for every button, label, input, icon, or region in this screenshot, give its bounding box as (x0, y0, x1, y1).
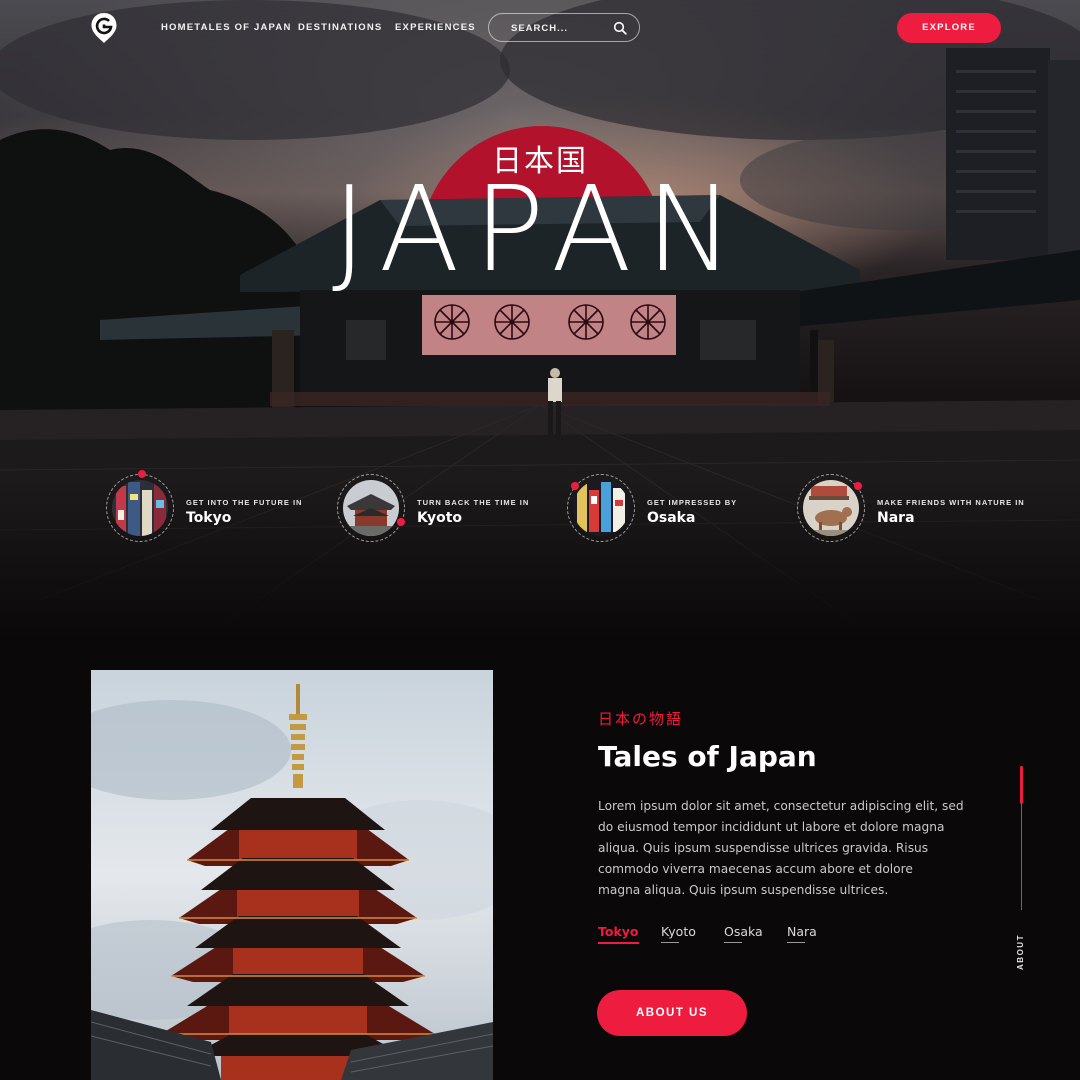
location-pin-g-logo-icon[interactable] (90, 12, 118, 44)
tales-body-text: Lorem ipsum dolor sit amet, consectetur … (598, 796, 968, 901)
tab-underline (661, 942, 679, 943)
nav-link-hometales[interactable]: HOMETALES OF JAPAN (161, 22, 292, 33)
city-kicker: MAKE FRIENDS WITH NATURE IN (877, 498, 1025, 507)
search-box[interactable] (488, 13, 640, 42)
city-name: Tokyo (186, 510, 232, 526)
tab-kyoto[interactable]: Kyoto (661, 924, 696, 943)
explore-button[interactable]: EXPLORE (897, 13, 1001, 43)
hero-section (0, 0, 1080, 640)
tab-underline (724, 942, 742, 943)
tales-jp-subtitle: 日本の物語 (598, 710, 684, 728)
city-kicker: GET IMPRESSED BY (647, 498, 738, 507)
tales-title: Tales of Japan (598, 740, 817, 773)
tab-osaka[interactable]: Osaka (724, 924, 763, 943)
city-card-tokyo[interactable]: GET INTO THE FUTURE IN Tokyo (106, 470, 306, 544)
tab-label: Kyoto (661, 924, 696, 939)
city-indicator-dot (397, 518, 405, 526)
city-indicator-dot (854, 482, 862, 490)
search-input[interactable] (511, 21, 611, 35)
city-kicker: TURN BACK THE TIME IN (417, 498, 530, 507)
tokyo-thumbnail (112, 480, 168, 536)
top-navigation: HOMETALES OF JAPAN DESTINATIONS EXPERIEN… (0, 0, 1080, 56)
tab-label: Osaka (724, 924, 763, 939)
body-line: commodo viverra maecenas accum abore et … (598, 862, 913, 876)
search-icon[interactable] (613, 21, 627, 35)
about-us-button[interactable]: ABOUT US (597, 990, 747, 1036)
osaka-thumbnail (573, 480, 629, 536)
body-line: aliqua. Quis ipsum suspendisse ultrices … (598, 841, 929, 855)
tab-underline (598, 942, 639, 944)
tab-tokyo[interactable]: Tokyo (598, 924, 639, 944)
nav-link-experiences[interactable]: EXPERIENCES (395, 22, 476, 33)
pagoda-photo (91, 670, 493, 1080)
tab-label: Nara (787, 924, 817, 939)
city-name: Nara (877, 510, 915, 526)
city-card-osaka[interactable]: GET IMPRESSED BY Osaka (567, 474, 767, 544)
about-side-label[interactable]: ABOUT (1016, 932, 1028, 972)
city-card-kyoto[interactable]: TURN BACK THE TIME IN Kyoto (337, 474, 537, 544)
city-name: Osaka (647, 510, 696, 526)
kyoto-thumbnail (343, 480, 399, 536)
city-name: Kyoto (417, 510, 463, 526)
tab-label: Tokyo (598, 924, 639, 939)
tab-underline (787, 942, 805, 943)
city-indicator-dot (571, 482, 579, 490)
tab-nara[interactable]: Nara (787, 924, 817, 943)
scroll-thumb[interactable] (1020, 766, 1023, 804)
body-line: Lorem ipsum dolor sit amet, consectetur … (598, 799, 964, 813)
nav-link-destinations[interactable]: DESTINATIONS (298, 22, 382, 33)
body-line: magna aliqua. Quis ipsum suspendisse ult… (598, 883, 889, 897)
hero-main-title: JAPAN (331, 160, 749, 298)
city-indicator-dot (138, 470, 146, 478)
body-line: do eiusmod tempor incididunt ut labore e… (598, 820, 945, 834)
city-kicker: GET INTO THE FUTURE IN (186, 498, 303, 507)
city-card-nara[interactable]: MAKE FRIENDS WITH NATURE IN Nara (797, 474, 1027, 544)
nara-thumbnail (803, 480, 859, 536)
